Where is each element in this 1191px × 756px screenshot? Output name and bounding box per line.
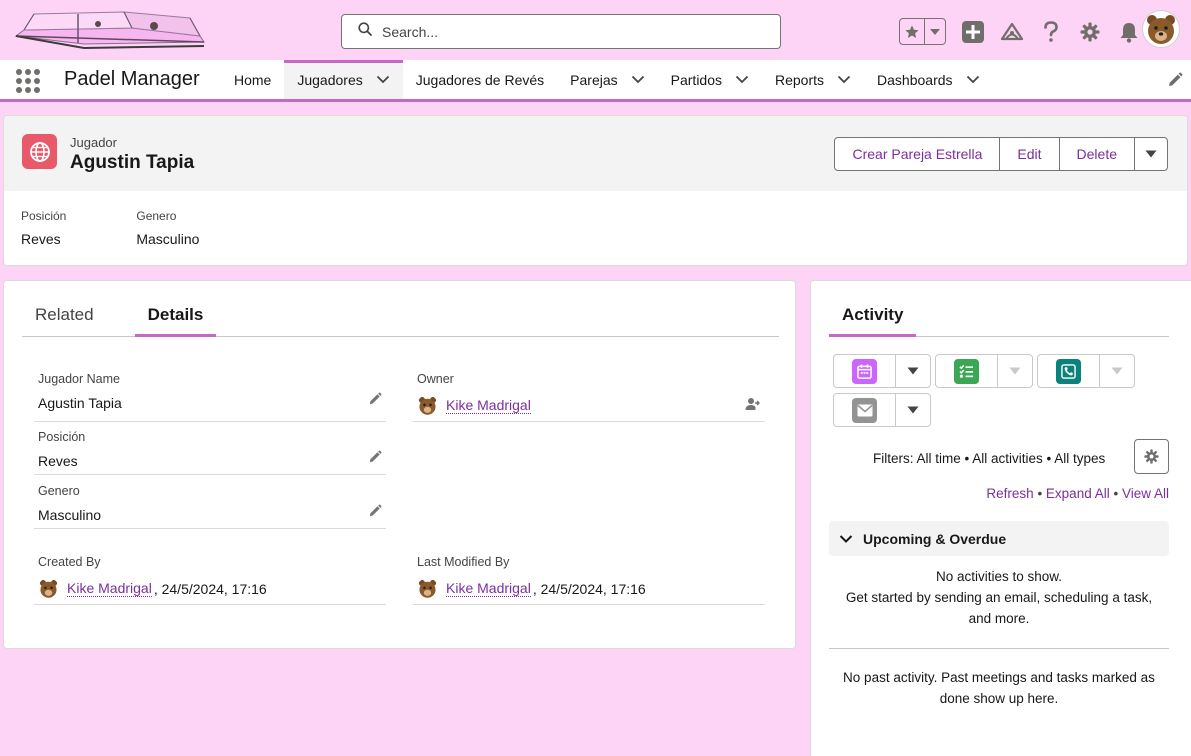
crear-pareja-estrella-button[interactable]: Crear Pareja Estrella: [835, 138, 1001, 170]
org-logo[interactable]: [14, 6, 210, 54]
highlight-posicion: Posición Reves: [21, 209, 67, 247]
jugador-object-globe-icon: [22, 134, 57, 169]
edit-nav-pencil-icon[interactable]: [1167, 72, 1183, 93]
edit-pencil-icon[interactable]: [368, 504, 382, 523]
app-launcher-icon[interactable]: [16, 69, 40, 93]
activity-filters-text: Filters: All time • All activities • All…: [873, 451, 1106, 466]
task-checklist-icon[interactable]: [954, 358, 979, 384]
global-search[interactable]: [341, 14, 781, 49]
chevron-down-icon[interactable]: [631, 75, 645, 84]
setup-gear-icon[interactable]: [1078, 18, 1102, 45]
last-modified-by-avatar: [417, 578, 438, 599]
owner-avatar: [417, 395, 438, 416]
help-icon[interactable]: [1039, 18, 1063, 45]
tab-label: Dashboards: [877, 71, 953, 88]
tab-related[interactable]: Related: [22, 305, 107, 337]
last-modified-by-link[interactable]: Kike Madrigal: [446, 580, 531, 597]
email-envelope-icon[interactable]: [852, 397, 877, 423]
tab-dashboards[interactable]: Dashboards: [864, 60, 993, 99]
search-icon: [358, 22, 372, 41]
favorites-menu-chevron-icon[interactable]: [925, 19, 945, 44]
tab-parejas[interactable]: Parejas: [557, 60, 657, 99]
new-task-publisher[interactable]: [935, 354, 1033, 388]
activity-tabs: Activity: [829, 305, 1169, 337]
activity-panel: Activity Filters: All time • All activit…: [810, 280, 1191, 756]
delete-button[interactable]: Delete: [1060, 138, 1135, 170]
owner-field: Owner Kike Madrigal: [413, 372, 765, 422]
nav-tabs: Home Jugadores Jugadores de Revés Parejas Pa…: [221, 60, 993, 99]
last-modified-by-field: Last Modified By Kike Madrigal , 24/5/20…: [413, 555, 765, 605]
tab-label: Home: [234, 71, 272, 88]
chevron-down-icon[interactable]: [998, 355, 1032, 387]
change-owner-icon[interactable]: [745, 397, 761, 418]
tab-label: Partidos: [670, 71, 722, 88]
notifications-bell-icon[interactable]: [1117, 18, 1141, 45]
activity-links: Refresh • Expand All • View All: [986, 486, 1169, 501]
tab-jugadores-de-rev-s[interactable]: Jugadores de Revés: [403, 60, 557, 99]
filter-settings-gear-icon[interactable]: [1134, 439, 1169, 474]
chevron-down-icon[interactable]: [966, 75, 980, 84]
created-by-field: Created By Kike Madrigal , 24/5/2024, 17…: [34, 555, 386, 605]
highlight-genero: Genero Masculino: [136, 209, 200, 247]
tab-partidos[interactable]: Partidos: [658, 60, 762, 99]
upcoming-overdue-title: Upcoming & Overdue: [863, 530, 1007, 547]
calendar-event-icon[interactable]: [852, 358, 877, 384]
chevron-down-icon[interactable]: [837, 75, 851, 84]
record-title: Agustin Tapia: [70, 152, 195, 173]
tab-home[interactable]: Home: [221, 60, 284, 99]
refresh-link[interactable]: Refresh: [986, 486, 1033, 501]
record-actions: Crear Pareja Estrella Edit Delete: [834, 137, 1168, 171]
chevron-down-icon[interactable]: [896, 394, 930, 426]
search-input[interactable]: [382, 23, 762, 40]
no-past-activity-message: No past activity. Past meetings and task…: [843, 670, 1155, 706]
favorites-star-icon[interactable]: [900, 19, 926, 44]
chevron-down-icon: [839, 534, 853, 543]
log-call-phone-icon[interactable]: [1056, 358, 1081, 384]
tab-reports[interactable]: Reports: [762, 60, 864, 99]
last-modified-date: , 24/5/2024, 17:16: [532, 580, 646, 597]
record-header: Jugador Agustin Tapia Crear Pareja Estre…: [3, 115, 1188, 266]
upcoming-overdue-section[interactable]: Upcoming & Overdue: [829, 521, 1169, 556]
chevron-down-icon[interactable]: [376, 75, 390, 84]
tab-label: Jugadores de Revés: [415, 71, 545, 88]
tab-details[interactable]: Details: [134, 305, 217, 337]
tab-activity[interactable]: Activity: [829, 305, 917, 337]
created-date: , 24/5/2024, 17:16: [153, 580, 267, 597]
global-header: [0, 0, 1191, 60]
edit-pencil-icon[interactable]: [368, 392, 382, 411]
trailhead-icon[interactable]: [1000, 18, 1024, 45]
created-by-link[interactable]: Kike Madrigal: [67, 580, 152, 597]
chevron-down-icon[interactable]: [735, 75, 749, 84]
global-add-icon[interactable]: [961, 18, 985, 45]
user-avatar[interactable]: [1142, 10, 1180, 48]
record-object-type: Jugador: [70, 135, 117, 150]
app-navigation-bar: Padel Manager Home Jugadores Jugadores de …: [0, 60, 1191, 102]
divider: [829, 648, 1169, 649]
log-call-publisher[interactable]: [1037, 354, 1135, 388]
edit-button[interactable]: Edit: [1000, 138, 1060, 170]
jugador-name-field: Jugador Name Agustin Tapia: [34, 372, 386, 422]
detail-tabs: Related Details: [22, 305, 779, 337]
no-activities-message: No activities to show. Get started by se…: [845, 569, 1153, 626]
owner-link[interactable]: Kike Madrigal: [446, 397, 531, 414]
details-card: Related Details Jugador Name Agustin Tap…: [3, 280, 796, 649]
posicion-field: Posición Reves: [34, 430, 386, 475]
send-email-publisher[interactable]: [833, 393, 931, 427]
more-actions-chevron-icon[interactable]: [1135, 138, 1167, 170]
edit-pencil-icon[interactable]: [368, 450, 382, 469]
chevron-down-icon[interactable]: [1100, 355, 1134, 387]
chevron-down-icon[interactable]: [896, 355, 930, 387]
tab-label: Reports: [775, 71, 825, 88]
tab-label: Jugadores: [297, 71, 363, 88]
new-event-publisher[interactable]: [833, 354, 931, 388]
view-all-link[interactable]: View All: [1122, 486, 1169, 501]
created-by-avatar: [38, 578, 59, 599]
genero-field: Genero Masculino: [34, 484, 386, 529]
tab-jugadores[interactable]: Jugadores: [284, 60, 403, 99]
favorites-button-group[interactable]: [899, 18, 946, 45]
expand-all-link[interactable]: Expand All: [1046, 486, 1110, 501]
app-name: Padel Manager: [64, 68, 200, 90]
tab-label: Parejas: [570, 71, 618, 88]
